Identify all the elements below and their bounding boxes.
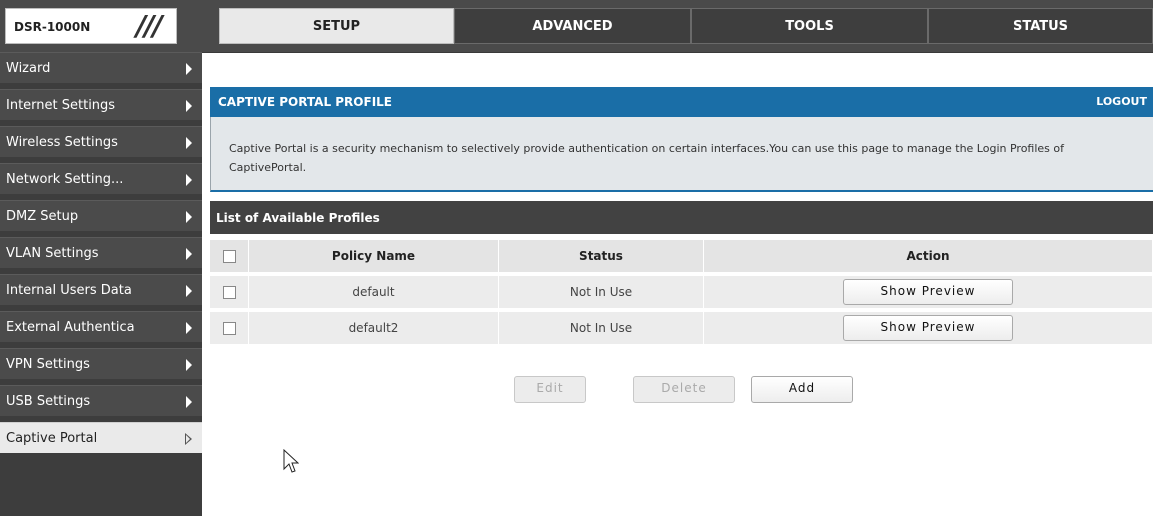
status-cell: Not In Use [499,312,704,348]
sidebar-item-label: Captive Portal [6,430,98,446]
logo-slashes-icon: /// [136,9,163,42]
section-header: CAPTIVE PORTAL PROFILE LOGOUT [210,87,1153,117]
list-title: List of Available Profiles [216,210,380,225]
add-button[interactable]: Add [751,376,853,403]
show-preview-button[interactable]: Show Preview [843,279,1013,305]
tab-tools[interactable]: TOOLS [691,8,928,44]
description-text: Captive Portal is a security mechanism t… [229,142,1065,174]
chevron-right-icon [186,100,192,112]
sidebar-item-wizard[interactable]: Wizard [0,52,202,83]
sidebar-item-label: USB Settings [6,393,91,409]
chevron-right-icon [186,248,192,260]
select-all-cell [210,240,249,276]
description-box: Captive Portal is a security mechanism t… [210,117,1153,192]
sidebar-item-label: VPN Settings [6,356,90,372]
table-header-row: Policy Name Status Action [210,240,1153,276]
tab-advanced-label: ADVANCED [532,18,613,34]
sidebar-item-captive-portal[interactable]: Captive Portal [0,422,202,453]
column-header-policy-name: Policy Name [249,240,499,276]
edit-button[interactable]: Edit [514,376,586,403]
sidebar-item-label: External Authentica [6,319,135,335]
sidebar-item-vpn-settings[interactable]: VPN Settings [0,348,202,379]
brand-logo: DSR-1000N /// [5,8,177,44]
sidebar-item-internal-users-data[interactable]: Internal Users Data [0,274,202,305]
logo-text: DSR-1000N [14,20,91,34]
top-navigation-bar: DSR-1000N /// SETUP ADVANCED TOOLS STATU… [0,0,1153,53]
status-cell: Not In Use [499,276,704,312]
tab-tools-label: TOOLS [785,18,834,34]
list-header: List of Available Profiles [210,201,1153,234]
column-header-action: Action [704,240,1153,276]
tab-setup[interactable]: SETUP [219,8,454,44]
sidebar-item-label: DMZ Setup [6,208,79,224]
chevron-right-icon [186,63,192,75]
action-cell: Show Preview [704,312,1153,348]
logout-link[interactable]: LOGOUT [1096,95,1147,108]
tab-advanced[interactable]: ADVANCED [454,8,691,44]
chevron-right-icon [186,211,192,223]
chevron-right-icon [186,285,192,297]
sidebar-item-label: VLAN Settings [6,245,99,261]
page-title: CAPTIVE PORTAL PROFILE [218,95,393,109]
row-select-cell [210,312,249,348]
sidebar-item-label: Network Setting... [6,171,124,187]
sidebar-item-label: Internet Settings [6,97,116,113]
chevron-right-outline-icon [185,433,192,445]
mouse-cursor-icon [283,449,299,473]
tab-status[interactable]: STATUS [928,8,1153,44]
table-row: default Not In Use Show Preview [210,276,1153,312]
delete-button[interactable]: Delete [633,376,735,403]
column-header-status: Status [499,240,704,276]
tab-setup-label: SETUP [312,18,361,34]
policy-name-cell: default2 [249,312,499,348]
sidebar: Wizard Internet Settings Wireless Settin… [0,52,202,516]
sidebar-item-external-authentication[interactable]: External Authentica [0,311,202,342]
sidebar-item-vlan-settings[interactable]: VLAN Settings [0,237,202,268]
row-checkbox[interactable] [222,286,236,299]
chevron-right-icon [186,322,192,334]
profiles-table: Policy Name Status Action default Not In… [210,240,1153,348]
policy-name-cell: default [249,276,499,312]
sidebar-item-dmz-setup[interactable]: DMZ Setup [0,200,202,231]
chevron-right-icon [186,359,192,371]
select-all-checkbox[interactable] [222,250,236,263]
table-row: default2 Not In Use Show Preview [210,312,1153,348]
action-cell: Show Preview [704,276,1153,312]
chevron-right-icon [186,137,192,149]
chevron-right-icon [186,174,192,186]
sidebar-item-label: Wireless Settings [6,134,118,150]
sidebar-item-usb-settings[interactable]: USB Settings [0,385,202,416]
row-select-cell [210,276,249,312]
sidebar-item-wireless-settings[interactable]: Wireless Settings [0,126,202,157]
sidebar-item-internet-settings[interactable]: Internet Settings [0,89,202,120]
sidebar-item-label: Wizard [6,60,51,76]
show-preview-button[interactable]: Show Preview [843,315,1013,341]
sidebar-item-network-settings[interactable]: Network Setting... [0,163,202,194]
sidebar-item-label: Internal Users Data [6,282,132,298]
chevron-right-icon [186,396,192,408]
tab-status-label: STATUS [1012,18,1069,34]
row-checkbox[interactable] [222,322,236,335]
